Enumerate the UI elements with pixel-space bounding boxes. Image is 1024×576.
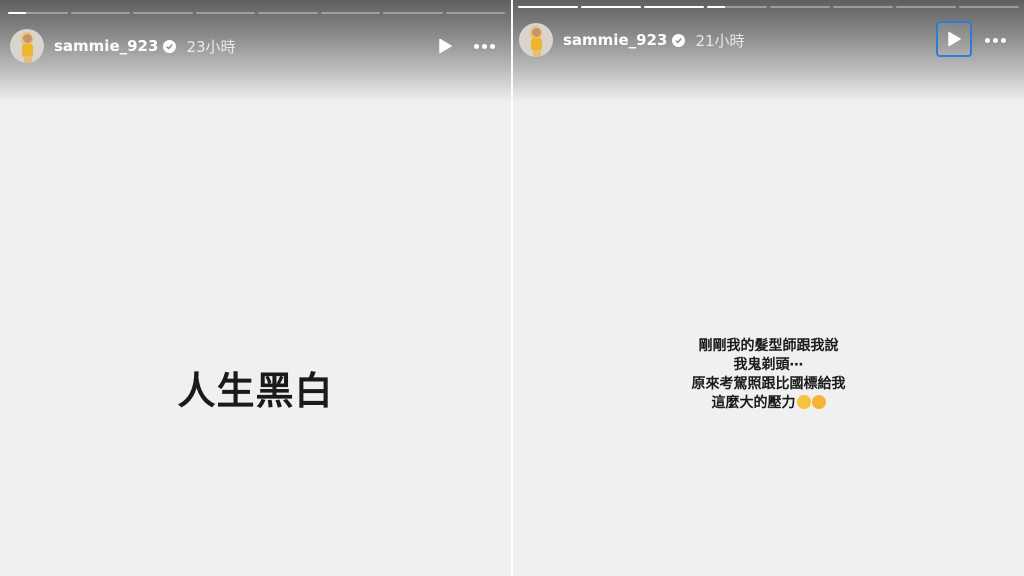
progress-segment — [445, 12, 505, 14]
more-options-button[interactable] — [469, 31, 499, 61]
avatar[interactable] — [10, 29, 44, 63]
progress-segment — [70, 12, 130, 14]
username[interactable]: sammie_923 — [563, 31, 667, 49]
caption-line-with-emoji: 這麼大的壓力 — [513, 394, 1024, 413]
caption-line: 我鬼剃頭⋯ — [733, 357, 804, 373]
verified-badge-icon — [163, 39, 177, 53]
progress-segment — [195, 12, 255, 14]
caption-line: 原來考駕照跟比國標給我 — [691, 376, 846, 392]
bandaged-face-icon — [811, 395, 826, 409]
verified-badge-icon — [672, 33, 686, 47]
progress-segment — [8, 12, 68, 14]
story-progress-bar — [8, 12, 505, 14]
more-options-button[interactable] — [980, 25, 1010, 55]
progress-segment — [518, 6, 578, 8]
story-caption: 剛剛我的髮型師跟我說 我鬼剃頭⋯ 原來考駕照跟比國標給我 這麼大的壓力 — [513, 337, 1024, 413]
progress-segment — [258, 12, 318, 14]
caption-line: 這麼大的壓力 — [711, 395, 796, 411]
progress-segment — [707, 6, 767, 8]
progress-segment — [581, 6, 641, 8]
progress-segment — [320, 12, 380, 14]
timestamp: 23小時 — [186, 37, 236, 56]
play-icon — [948, 31, 961, 47]
username[interactable]: sammie_923 — [54, 37, 158, 55]
progress-segment — [644, 6, 704, 8]
story-panel-2[interactable]: sammie_923 21小時 剛剛我的髮型師跟我說 我鬼剃頭⋯ 原來考駕照跟比… — [513, 0, 1024, 576]
stories-viewer: sammie_923 23小時 人生黑白 sammie_923 21小時 剛剛我… — [0, 0, 1024, 576]
progress-segment — [833, 6, 893, 8]
play-button[interactable] — [936, 21, 972, 57]
more-icon — [473, 43, 479, 49]
avatar[interactable] — [519, 23, 553, 57]
play-icon — [439, 38, 452, 54]
timestamp: 21小時 — [695, 31, 745, 50]
progress-segment — [959, 6, 1019, 8]
story-panel-1[interactable]: sammie_923 23小時 人生黑白 — [0, 0, 511, 576]
progress-segment — [770, 6, 830, 8]
progress-segment — [896, 6, 956, 8]
progress-segment — [133, 12, 193, 14]
caption-line: 剛剛我的髮型師跟我說 — [698, 338, 839, 354]
more-icon — [984, 37, 990, 43]
progress-segment — [383, 12, 443, 14]
play-button[interactable] — [430, 31, 460, 61]
story-progress-bar — [518, 6, 1019, 8]
flushed-face-icon — [796, 395, 811, 409]
story-header: sammie_923 23小時 — [10, 28, 501, 64]
story-text: 人生黑白 — [177, 369, 334, 413]
